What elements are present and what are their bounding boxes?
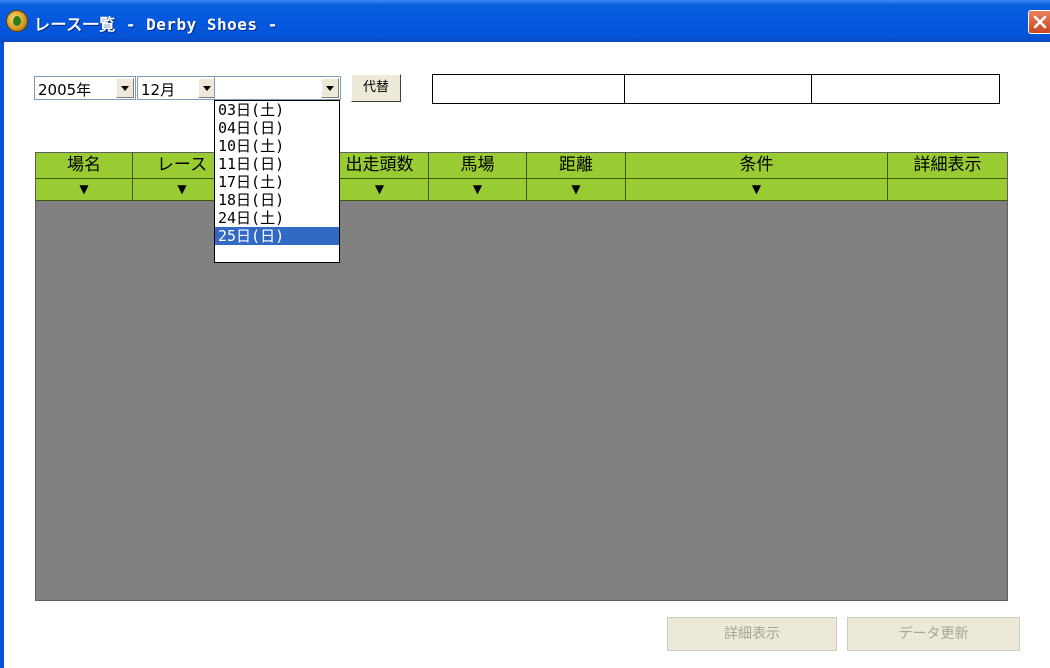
close-icon [1033, 15, 1047, 29]
day-option[interactable]: 11日(日) [215, 155, 339, 173]
filter-runners-button[interactable]: ▼ [331, 179, 429, 201]
col-header-runners[interactable]: 出走頭数 [331, 153, 429, 179]
day-option[interactable]: 17日(土) [215, 173, 339, 191]
month-select[interactable]: 12月 [137, 76, 218, 100]
filter-track-button[interactable]: ▼ [429, 179, 527, 201]
day-option[interactable]: 25日(日) [215, 227, 339, 245]
month-select-value: 12月 [141, 81, 176, 99]
day-option[interactable]: 24日(土) [215, 209, 339, 227]
col-header-venue[interactable]: 場名 [36, 153, 133, 179]
app-logo-icon [6, 10, 28, 32]
day-select[interactable] [214, 76, 341, 100]
chevron-down-icon[interactable] [116, 78, 134, 98]
data-refresh-button[interactable]: データ更新 [847, 617, 1020, 651]
filter-conditions-button[interactable]: ▼ [626, 179, 888, 201]
day-option[interactable]: 18日(日) [215, 191, 339, 209]
col-header-detail[interactable]: 詳細表示 [888, 153, 1007, 179]
info-box-2 [624, 74, 812, 104]
info-box-1 [432, 74, 625, 104]
info-box-3 [811, 74, 1000, 104]
table-header-row: 場名 レース 出走頭数 馬場 距離 条件 詳細表示 [36, 153, 1007, 179]
chevron-down-icon[interactable] [321, 78, 339, 98]
filter-distance-button[interactable]: ▼ [527, 179, 626, 201]
day-option[interactable]: 04日(日) [215, 119, 339, 137]
filter-detail-cell [888, 179, 1007, 201]
table-filter-row: ▼ ▼ ▼ ▼ ▼ ▼ [36, 179, 1007, 201]
year-select[interactable]: 2005年 [34, 76, 136, 100]
day-option[interactable]: 10日(土) [215, 137, 339, 155]
day-dropdown-list[interactable]: 03日(土) 04日(日) 10日(土) 11日(日) 17日(土) 18日(日… [214, 100, 340, 263]
close-button[interactable] [1028, 10, 1050, 34]
col-header-track[interactable]: 馬場 [429, 153, 527, 179]
detail-view-button[interactable]: 詳細表示 [667, 617, 837, 651]
race-table[interactable]: 場名 レース 出走頭数 馬場 距離 条件 詳細表示 ▼ ▼ ▼ ▼ ▼ ▼ [35, 152, 1008, 601]
day-option[interactable]: 03日(土) [215, 101, 339, 119]
window-title: レース一覧 - Derby Shoes - [34, 15, 278, 34]
col-header-conditions[interactable]: 条件 [626, 153, 888, 179]
filter-venue-button[interactable]: ▼ [36, 179, 133, 201]
year-select-value: 2005年 [38, 81, 92, 99]
alt-button[interactable]: 代替 [351, 74, 401, 102]
col-header-distance[interactable]: 距離 [527, 153, 626, 179]
title-bar: レース一覧 - Derby Shoes - [0, 0, 1050, 42]
